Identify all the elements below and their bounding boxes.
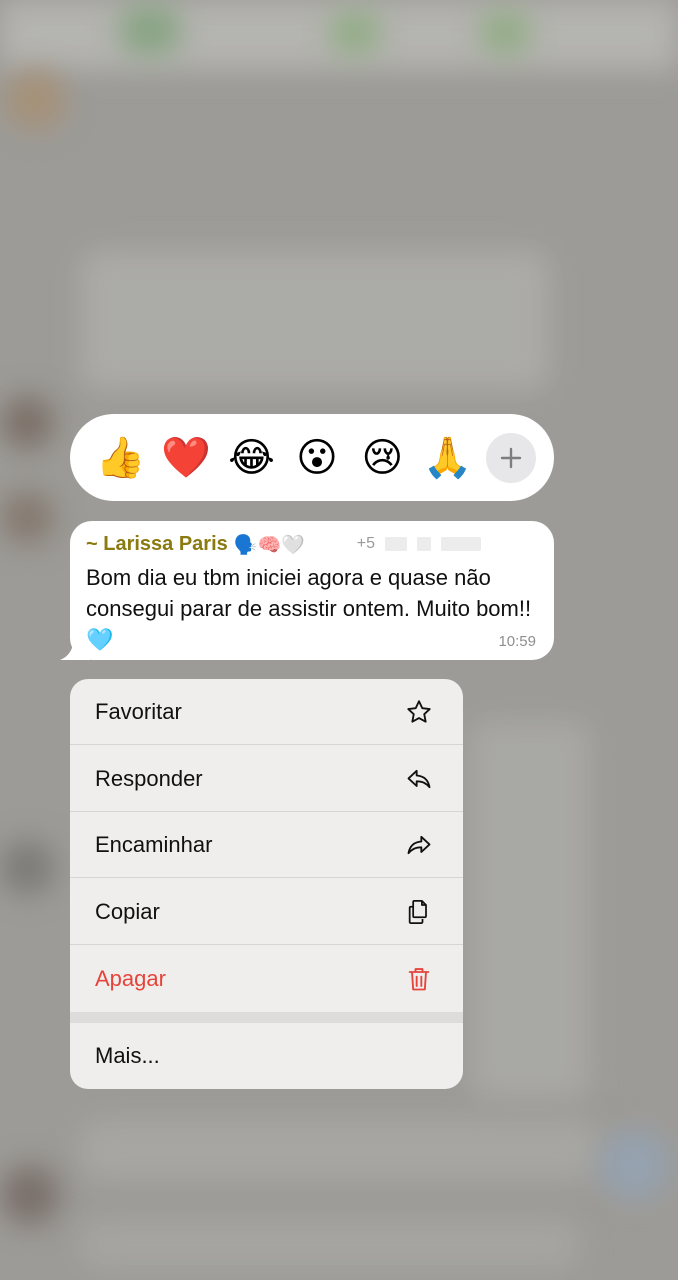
reaction-crying[interactable]: 😢 bbox=[350, 425, 415, 491]
redacted-phone bbox=[385, 537, 408, 551]
reaction-laughing[interactable]: 😂 bbox=[219, 425, 284, 491]
context-menu: Favoritar Responder Encaminhar Copiar Ap… bbox=[70, 679, 463, 1089]
star-icon bbox=[405, 698, 433, 726]
more-reactions-button[interactable] bbox=[486, 432, 536, 483]
trash-icon bbox=[405, 965, 433, 993]
sender-emojis: 🗣️🧠🤍 bbox=[233, 533, 305, 556]
message-bubble[interactable]: ~ Larissa Paris 🗣️🧠🤍 +5 Bom dia eu tbm i… bbox=[70, 521, 554, 660]
message-emoji: 🩵 bbox=[86, 628, 114, 653]
menu-section-divider bbox=[70, 1012, 463, 1023]
menu-item-delete[interactable]: Apagar bbox=[70, 946, 463, 1012]
sender-phone: +5 bbox=[356, 535, 376, 552]
menu-item-label: Mais... bbox=[95, 1043, 160, 1068]
redacted-phone bbox=[441, 537, 482, 551]
sender-name[interactable]: ~ Larissa Paris bbox=[86, 533, 228, 556]
sender-row: ~ Larissa Paris 🗣️🧠🤍 +5 bbox=[86, 531, 536, 557]
reaction-surprised[interactable]: 😮 bbox=[284, 425, 349, 491]
message-time: 10:59 bbox=[498, 633, 536, 650]
reaction-bar: 👍 ❤️ 😂 😮 😢 🙏 bbox=[70, 414, 554, 501]
message-text: Bom dia eu tbm iniciei agora e quase não… bbox=[86, 562, 541, 656]
menu-item-reply[interactable]: Responder bbox=[70, 746, 463, 812]
menu-item-label: Apagar bbox=[95, 966, 166, 991]
reply-icon bbox=[405, 765, 433, 793]
menu-item-copy[interactable]: Copiar bbox=[70, 879, 463, 945]
reaction-thumbs-up[interactable]: 👍 bbox=[88, 425, 153, 491]
reaction-heart[interactable]: ❤️ bbox=[153, 425, 218, 491]
copy-icon bbox=[405, 898, 433, 926]
menu-item-label: Encaminhar bbox=[95, 831, 213, 857]
menu-item-more[interactable]: Mais... bbox=[70, 1023, 463, 1089]
reaction-praying-hands[interactable]: 🙏 bbox=[415, 425, 480, 491]
menu-item-favorite[interactable]: Favoritar bbox=[70, 679, 463, 745]
redacted-phone bbox=[417, 537, 432, 551]
menu-item-label: Favoritar bbox=[95, 698, 182, 724]
menu-item-label: Copiar bbox=[95, 898, 160, 924]
message-body: Bom dia eu tbm iniciei agora e quase não… bbox=[86, 565, 532, 621]
forward-icon bbox=[405, 831, 433, 859]
plus-icon bbox=[501, 447, 522, 468]
menu-item-label: Responder bbox=[95, 765, 203, 791]
menu-item-forward[interactable]: Encaminhar bbox=[70, 812, 463, 878]
